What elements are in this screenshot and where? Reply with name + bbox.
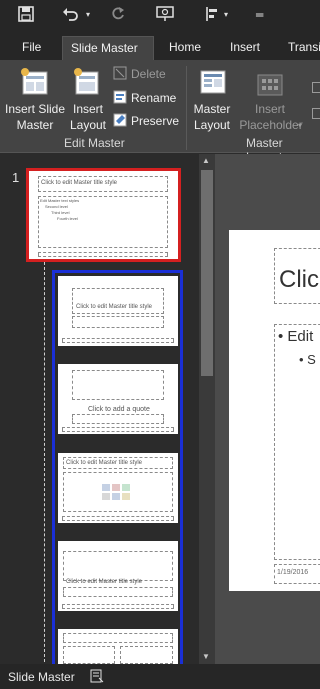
layout-thumbnail-two-content[interactable] (58, 629, 178, 664)
layout4-title-text: Click to edit Master title style (66, 579, 143, 585)
master-text-4: Fourth level (57, 216, 78, 221)
master-text-2: Second level (45, 204, 68, 209)
layout4-footer-placeholder (62, 604, 174, 609)
editor-date-text: 1/19/2016 (277, 569, 309, 576)
layout-icon[interactable] (204, 6, 220, 26)
editor-title-text: Clic (279, 266, 319, 293)
editor-bullet-2: • S (299, 352, 316, 367)
tab-transitions[interactable]: Transi (288, 40, 320, 54)
layout4-title-placeholder (63, 551, 173, 581)
tab-home[interactable]: Home (169, 40, 201, 54)
layout2-quote-placeholder (72, 370, 164, 400)
rename-icon (113, 90, 127, 109)
insert-placeholder-label-2: Placeholder (239, 118, 303, 132)
insert-layout-label-1: Insert (72, 102, 103, 116)
layout2-quote-text: Click to add a quote (88, 406, 150, 413)
layout2-footer-placeholder (62, 427, 174, 432)
layout1-title-placeholder (72, 288, 164, 314)
more-icon[interactable]: ═ (256, 8, 263, 22)
preserve-icon (113, 113, 127, 132)
status-bar: Slide Master (0, 664, 320, 689)
editor-bullet-2-text: S (307, 352, 316, 367)
insert-placeholder-icon (257, 74, 283, 101)
editor-bullet-1: • Edit (278, 328, 314, 345)
layout-dropdown-icon[interactable]: ▾ (224, 10, 228, 19)
insert-slide-master-label-2: Master (16, 118, 54, 132)
tab-insert[interactable]: Insert (230, 40, 260, 54)
master-footer-placeholder (38, 252, 168, 257)
layout5-title-placeholder (63, 633, 173, 643)
layout-thumbnail-section[interactable]: Click to edit Master title style (58, 541, 178, 611)
group-edit-master-label: Edit Master (64, 136, 125, 150)
scroll-down-arrow-icon[interactable]: ▼ (202, 652, 210, 661)
delete-icon (113, 66, 127, 85)
ribbon-separator (186, 66, 187, 150)
layout1-title-text: Click to edit Master title style (76, 304, 153, 310)
layout3-title-text: Click to edit Master title style (66, 460, 143, 466)
layout-thumbnail-title[interactable]: Click to edit Master title style (58, 276, 178, 346)
slide-master-thumbnail[interactable]: Click to edit Master title style Edit Ma… (26, 168, 181, 262)
ribbon: Insert Slide Master Insert Layout Delete… (0, 60, 320, 164)
insert-slide-master-label-1: Insert Slide (4, 102, 66, 116)
insert-layout-label-2: Layout (69, 118, 107, 132)
layout1-subtitle-placeholder (72, 316, 164, 328)
placeholder-dropdown-icon: ▾ (298, 121, 303, 130)
ribbon-tabs: File Slide Master Home Insert Transi (0, 36, 320, 60)
undo-icon[interactable] (62, 6, 78, 26)
layout-connector-line (44, 262, 45, 662)
footers-checkbox-partial[interactable] (312, 108, 320, 119)
title-checkbox-partial[interactable] (312, 82, 320, 93)
preserve-label: Preserve (131, 114, 180, 128)
scrollbar-thumb[interactable] (201, 170, 213, 376)
layout-thumbnail-quote[interactable]: Click to add a quote (58, 364, 178, 434)
tab-slide-master[interactable]: Slide Master (62, 36, 154, 60)
layout-thumbnail-content[interactable]: Click to edit Master title style (58, 453, 178, 523)
layout3-footer-placeholder (62, 516, 174, 521)
present-icon[interactable] (156, 6, 174, 26)
layout4-text-placeholder (63, 587, 173, 597)
undo-dropdown-icon[interactable]: ▾ (86, 10, 90, 19)
quick-access-toolbar: ▾ ▾ ═ (0, 0, 320, 36)
save-icon[interactable] (18, 6, 34, 26)
insert-layout-icon (73, 68, 101, 101)
layout1-footer-placeholder (62, 338, 174, 343)
slide-number: 1 (12, 170, 20, 185)
redo-icon[interactable] (110, 6, 126, 26)
layout2-source-placeholder (72, 414, 164, 424)
status-view-label: Slide Master (8, 670, 75, 684)
notes-icon[interactable] (90, 669, 104, 686)
master-text-3: Third level (51, 210, 70, 215)
master-text-1: Edit Master text styles (40, 198, 80, 203)
layout5-left-placeholder (63, 646, 115, 664)
layout5-right-placeholder (120, 646, 173, 664)
slide-canvas[interactable]: Clic • Edit • S 1/19/2016 (229, 230, 320, 591)
master-layout-label-1: Master (193, 102, 231, 116)
insert-placeholder-label-1: Insert (254, 102, 285, 116)
tab-file[interactable]: File (22, 40, 41, 54)
master-layout-label-2: Layout (193, 118, 231, 132)
master-title-text: Click to edit Master title style (41, 180, 118, 186)
delete-label: Delete (131, 67, 166, 81)
insert-slide-master-icon (20, 68, 50, 101)
master-layout-icon (199, 68, 227, 101)
scroll-up-arrow-icon[interactable]: ▲ (202, 156, 210, 165)
rename-label: Rename (131, 91, 177, 105)
layout3-content-icons (102, 484, 138, 500)
editor-bullet-1-text: Edit (287, 328, 314, 345)
